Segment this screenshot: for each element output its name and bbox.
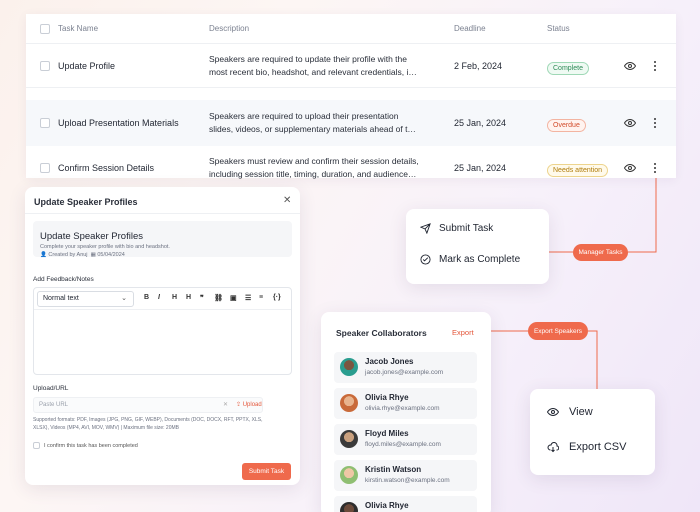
heading2-icon[interactable]: H <box>186 294 191 301</box>
send-icon <box>420 223 431 234</box>
more-vertical-icon[interactable] <box>652 162 658 174</box>
task-deadline: 2 Feb, 2024 <box>454 60 503 71</box>
table-row[interactable]: Update Profile Speakers are required to … <box>26 44 676 88</box>
collaborator-name: Olivia Rhye <box>365 393 409 402</box>
code-icon[interactable]: {·} <box>273 294 281 301</box>
calendar-icon: ▦ <box>90 252 96 258</box>
more-vertical-icon[interactable] <box>652 117 658 129</box>
link-icon[interactable]: ⛓ <box>214 294 223 302</box>
manager-tasks-tag: Manager Tasks <box>573 244 628 261</box>
task-info-subtitle: Complete your speaker profile with bio a… <box>40 244 170 250</box>
export-speakers-tag: Export Speakers <box>528 322 588 340</box>
text-format-select[interactable]: Normal text ⌄ <box>37 291 134 307</box>
heading1-icon[interactable]: H <box>172 294 177 301</box>
submit-task-menu-item[interactable]: Submit Task <box>420 223 493 234</box>
header-task-name: Task Name <box>58 24 99 33</box>
task-name: Update Profile <box>58 60 116 71</box>
collaborator-item[interactable]: Floyd Miles floyd.miles@example.com <box>334 424 477 455</box>
row-checkbox[interactable] <box>40 163 50 173</box>
upload-formats-note: Supported formats: PDF, Images (JPG, PNG… <box>33 417 263 431</box>
task-description: Speakers are required to upload their pr… <box>209 111 416 134</box>
eye-icon[interactable] <box>624 60 636 72</box>
task-name: Upload Presentation Materials <box>58 118 179 128</box>
view-export-menu: View Export CSV <box>530 389 655 475</box>
export-link[interactable]: Export <box>452 328 474 337</box>
confirm-checkbox[interactable]: I confirm this task has been completed <box>33 442 138 449</box>
cloud-download-icon <box>547 442 559 453</box>
chevron-down-icon: ⌄ <box>121 295 127 302</box>
mark-complete-menu-item[interactable]: Mark as Complete <box>420 254 520 265</box>
feedback-label: Add Feedback/Notes <box>33 276 94 283</box>
more-vertical-icon[interactable] <box>652 60 658 72</box>
task-name: Confirm Session Details <box>58 163 155 173</box>
task-info-meta: 👤 Created by Anuj ▦ 05/04/2024 <box>40 252 125 258</box>
collaborator-name: Olivia Rhye <box>365 501 409 510</box>
status-badge: Complete <box>547 61 589 75</box>
divider <box>25 213 300 214</box>
avatar <box>340 358 358 376</box>
bullet-list-icon[interactable]: ☰ <box>245 294 251 302</box>
task-description: Speakers must review and confirm their s… <box>209 156 419 179</box>
speaker-collaborators-panel: Speaker Collaborators Export Jacob Jones… <box>321 312 491 512</box>
image-icon[interactable]: ▣ <box>230 294 237 302</box>
task-deadline: 25 Jan, 2024 <box>454 118 507 128</box>
row-checkbox[interactable] <box>40 60 50 71</box>
header-status: Status <box>547 24 570 33</box>
header-description: Description <box>209 24 250 33</box>
user-icon: 👤 <box>40 252 47 258</box>
task-table: Task Name Description Deadline Status Up… <box>26 14 676 179</box>
submit-task-button[interactable]: Submit Task <box>242 463 291 480</box>
editor-toolbar: Normal text ⌄ B I H H ❞ ⛓ ▣ ☰ ≡ {·} <box>34 288 291 310</box>
rich-text-editor[interactable]: Normal text ⌄ B I H H ❞ ⛓ ▣ ☰ ≡ {·} <box>33 287 292 375</box>
task-info-panel: Update Speaker Profiles Complete your sp… <box>33 221 292 258</box>
update-profile-modal: Update Speaker Profiles ✕ Update Speaker… <box>25 187 300 485</box>
avatar <box>340 394 358 412</box>
collaborator-email: jacob.jones@example.com <box>365 369 444 376</box>
upload-label: Upload/URL <box>33 385 69 392</box>
check-circle-icon <box>420 254 431 265</box>
eye-icon[interactable] <box>624 162 636 174</box>
table-row[interactable]: Upload Presentation Materials Speakers a… <box>26 100 676 146</box>
table-row[interactable]: Confirm Session Details Speakers must re… <box>26 146 676 190</box>
collaborator-name: Floyd Miles <box>365 429 409 438</box>
collaborator-item[interactable]: Olivia Rhye olivia.rhye@example.com <box>334 388 477 419</box>
collaborator-email: floyd.miles@example.com <box>365 441 441 448</box>
collaborator-email: kirstin.watson@example.com <box>365 477 450 484</box>
close-icon[interactable]: ✕ <box>283 195 291 206</box>
numbered-list-icon[interactable]: ≡ <box>259 294 263 301</box>
avatar <box>340 430 358 448</box>
view-menu-item[interactable]: View <box>547 406 593 418</box>
collaborators-title: Speaker Collaborators <box>336 328 427 338</box>
select-all-checkbox[interactable] <box>40 23 50 34</box>
eye-icon <box>547 407 559 417</box>
collaborator-item[interactable]: Jacob Jones jacob.jones@example.com <box>334 352 477 383</box>
table-header: Task Name Description Deadline Status <box>26 14 676 44</box>
avatar <box>340 466 358 484</box>
task-action-menu: Submit Task Mark as Complete <box>406 209 549 284</box>
modal-title: Update Speaker Profiles <box>34 197 138 207</box>
bold-icon[interactable]: B <box>144 294 149 301</box>
status-badge: Needs attention <box>547 164 609 177</box>
clear-icon[interactable]: ✕ <box>223 401 228 408</box>
quote-icon[interactable]: ❞ <box>200 294 204 302</box>
task-deadline: 25 Jan, 2024 <box>454 163 507 173</box>
header-deadline: Deadline <box>454 24 486 33</box>
export-csv-menu-item[interactable]: Export CSV <box>547 441 626 453</box>
collaborator-item[interactable]: Olivia Rhye <box>334 496 477 512</box>
status-badge: Overdue <box>547 119 586 132</box>
upload-button[interactable]: ⇪ Upload <box>236 401 262 408</box>
task-description: Speakers are required to update their pr… <box>209 53 417 77</box>
task-info-title: Update Speaker Profiles <box>40 231 143 242</box>
collaborator-item[interactable]: Kristin Watson kirstin.watson@example.co… <box>334 460 477 491</box>
avatar <box>340 502 358 512</box>
collaborator-name: Jacob Jones <box>365 357 414 366</box>
italic-icon[interactable]: I <box>158 294 160 301</box>
checkbox <box>33 442 40 449</box>
row-checkbox[interactable] <box>40 118 50 128</box>
upload-url-input[interactable]: Paste URL ✕ ⇪ Upload <box>33 397 263 413</box>
collaborator-email: olivia.rhye@example.com <box>365 405 440 412</box>
upload-placeholder: Paste URL <box>39 402 69 408</box>
eye-icon[interactable] <box>624 117 636 129</box>
collaborator-name: Kristin Watson <box>365 465 422 474</box>
